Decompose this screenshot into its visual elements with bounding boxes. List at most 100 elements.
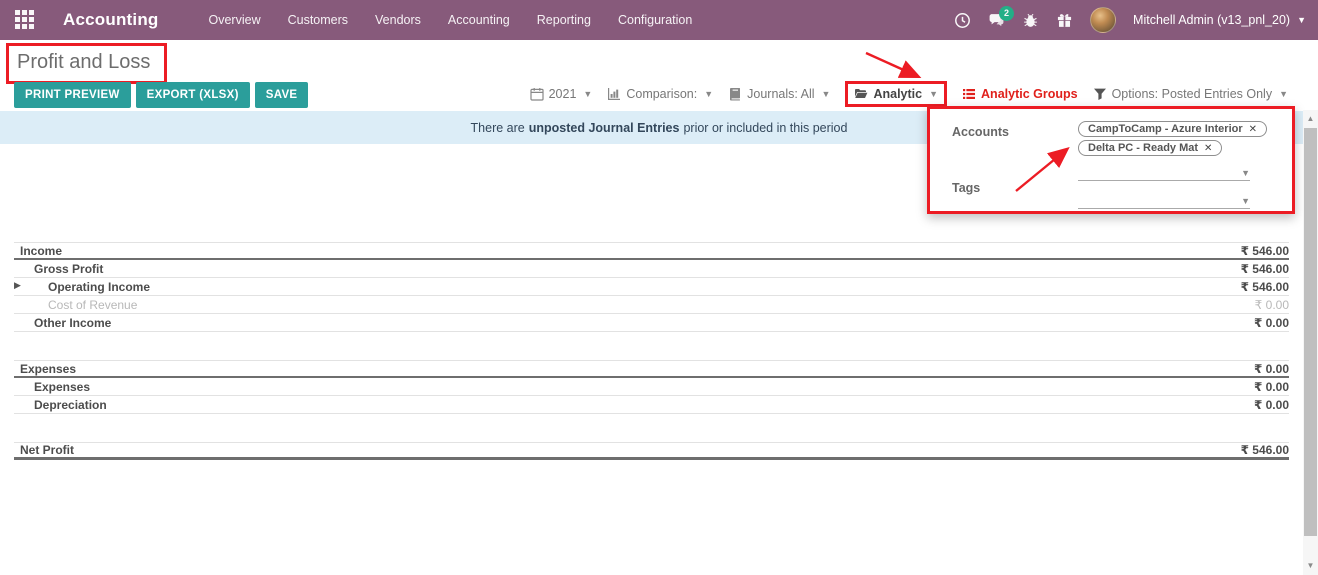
table-row[interactable]: ▶ Gross Profit ₹ 546.00 <box>14 260 1289 278</box>
apps-grid-icon[interactable] <box>15 10 35 30</box>
action-buttons: PRINT PREVIEW EXPORT (XLSX) SAVE <box>14 82 309 108</box>
analytic-account-tag[interactable]: Delta PC - Ready Mat ✕ <box>1078 140 1223 156</box>
top-navbar: Accounting Overview Customers Vendors Accou… <box>0 0 1318 40</box>
nav-menu-item[interactable]: Customers <box>288 13 348 27</box>
table-row[interactable]: ▶ Other Income ₹ 0.00 <box>14 314 1289 332</box>
app-title: Accounting <box>63 10 159 29</box>
analytic-account-tag[interactable]: CampToCamp - Azure Interior ✕ <box>1078 121 1268 137</box>
analytic-groups-label: Analytic Groups <box>981 87 1078 101</box>
table-section-gap <box>14 332 1289 360</box>
chevron-down-icon[interactable]: ▼ <box>1241 168 1250 178</box>
journals-filter[interactable]: Journals: All ▼ <box>728 87 830 101</box>
user-menu-caret-icon[interactable]: ▼ <box>1297 15 1306 25</box>
bug-icon[interactable] <box>1022 12 1039 29</box>
profit-loss-table: ▶ Income ₹ 546.00 ▶ Gross Profit ₹ 546.0… <box>14 242 1289 460</box>
row-label: Expenses <box>20 361 77 376</box>
date-filter[interactable]: 2021 ▼ <box>530 87 593 101</box>
analytic-groups-filter[interactable]: Analytic Groups <box>962 87 1078 101</box>
options-filter-label: Options: Posted Entries Only <box>1111 87 1273 101</box>
row-label: Net Profit <box>20 443 74 457</box>
row-value: ₹ 0.00 <box>1254 297 1289 312</box>
nav-menu-item[interactable]: Reporting <box>537 13 591 27</box>
navbar-right: 2 Mitchell Admin (v13_pnl_20) ▼ <box>954 0 1306 40</box>
row-value: ₹ 0.00 <box>1253 379 1289 394</box>
table-section-gap <box>14 414 1289 442</box>
activities-clock-icon[interactable] <box>954 12 971 29</box>
table-row[interactable]: ▶ Depreciation ₹ 0.00 <box>14 396 1289 414</box>
gift-icon[interactable] <box>1056 12 1073 29</box>
nav-menu-item[interactable]: Vendors <box>375 13 421 27</box>
chevron-down-icon: ▼ <box>929 89 939 99</box>
analytic-filter-label: Analytic <box>873 87 923 101</box>
date-filter-label: 2021 <box>548 87 577 101</box>
tag-label: CampToCamp - Azure Interior <box>1088 123 1243 135</box>
vertical-scrollbar[interactable]: ▲ ▼ <box>1303 110 1318 575</box>
user-avatar[interactable] <box>1090 7 1117 33</box>
alert-text: prior or included in this period <box>683 120 848 135</box>
expand-caret-icon[interactable]: ▶ <box>14 280 21 291</box>
remove-tag-icon[interactable]: ✕ <box>1249 124 1257 135</box>
chevron-down-icon: ▼ <box>1279 89 1288 99</box>
export-xlsx-button[interactable]: EXPORT (XLSX) <box>135 82 250 108</box>
journals-filter-label: Journals: All <box>747 87 815 101</box>
row-label: Expenses <box>34 379 91 394</box>
chevron-down-icon: ▼ <box>821 89 831 99</box>
row-label: Income <box>20 243 63 258</box>
table-row[interactable]: ▶ Net Profit ₹ 546.00 <box>14 442 1289 460</box>
list-icon <box>962 87 976 101</box>
nav-menu: Overview Customers Vendors Accounting Report… <box>209 13 693 27</box>
scroll-up-arrow-icon[interactable]: ▲ <box>1303 112 1318 126</box>
folder-open-icon <box>854 87 868 101</box>
table-row[interactable]: ▶ Operating Income ₹ 546.00 <box>14 278 1289 296</box>
messages-icon[interactable]: 2 <box>988 5 1015 29</box>
table-row[interactable]: ▶ Expenses ₹ 0.00 <box>14 360 1289 378</box>
table-row[interactable]: ▶ Cost of Revenue ₹ 0.00 <box>14 296 1289 314</box>
comparison-filter[interactable]: Comparison: ▼ <box>607 87 713 101</box>
accounts-input[interactable]: ▼ <box>1078 165 1250 181</box>
chevron-down-icon: ▼ <box>704 89 714 99</box>
account-tag-list: CampToCamp - Azure Interior ✕ Delta PC -… <box>1078 121 1268 156</box>
nav-menu-item[interactable]: Configuration <box>618 13 692 27</box>
tag-label: Delta PC - Ready Mat <box>1088 142 1199 154</box>
scrollbar-thumb[interactable] <box>1304 128 1317 536</box>
message-count-badge[interactable]: 2 <box>999 5 1015 21</box>
scroll-down-arrow-icon[interactable]: ▼ <box>1303 559 1318 573</box>
options-filter[interactable]: Options: Posted Entries Only ▼ <box>1093 87 1288 101</box>
comparison-filter-label: Comparison: <box>626 87 698 101</box>
chevron-down-icon[interactable]: ▼ <box>1241 196 1250 206</box>
row-label: Operating Income <box>48 279 151 294</box>
remove-tag-icon[interactable]: ✕ <box>1204 143 1212 154</box>
tags-label: Tags <box>952 181 981 195</box>
accounts-label: Accounts <box>952 125 1009 139</box>
table-row[interactable]: ▶ Expenses ₹ 0.00 <box>14 378 1289 396</box>
user-menu[interactable]: Mitchell Admin (v13_pnl_20) <box>1133 13 1290 27</box>
tags-input[interactable]: ▼ <box>1078 193 1250 209</box>
row-value: ₹ 0.00 <box>1253 315 1289 330</box>
row-value: ₹ 0.00 <box>1253 397 1289 412</box>
calendar-icon <box>530 87 544 101</box>
analytic-dropdown-panel: Accounts CampToCamp - Azure Interior ✕ D… <box>927 106 1295 214</box>
nav-menu-item[interactable]: Accounting <box>448 13 510 27</box>
alert-bold-text: unposted Journal Entries <box>528 120 680 135</box>
row-value: ₹ 546.00 <box>1240 443 1289 457</box>
row-label: Other Income <box>34 315 112 330</box>
save-button[interactable]: SAVE <box>254 82 309 108</box>
row-label: Gross Profit <box>34 261 104 276</box>
table-row[interactable]: ▶ Income ₹ 546.00 <box>14 242 1289 260</box>
journal-book-icon <box>728 87 742 101</box>
filter-bar: 2021 ▼ Comparison: ▼ Journals: All ▼ Ana… <box>530 81 1288 107</box>
row-value: ₹ 546.00 <box>1240 261 1289 276</box>
nav-menu-item[interactable]: Overview <box>209 13 261 27</box>
chevron-down-icon: ▼ <box>583 89 593 99</box>
row-value: ₹ 0.00 <box>1253 361 1289 376</box>
funnel-icon <box>1093 87 1107 101</box>
print-preview-button[interactable]: PRINT PREVIEW <box>14 82 131 108</box>
page-title: Profit and Loss <box>17 51 151 73</box>
row-label: Cost of Revenue <box>48 297 138 312</box>
bar-chart-icon <box>607 87 621 101</box>
row-label: Depreciation <box>34 397 107 412</box>
row-value: ₹ 546.00 <box>1240 279 1289 294</box>
alert-text: There are <box>470 120 525 135</box>
title-annotation-box: Profit and Loss <box>6 43 168 84</box>
analytic-filter[interactable]: Analytic ▼ <box>845 81 948 107</box>
